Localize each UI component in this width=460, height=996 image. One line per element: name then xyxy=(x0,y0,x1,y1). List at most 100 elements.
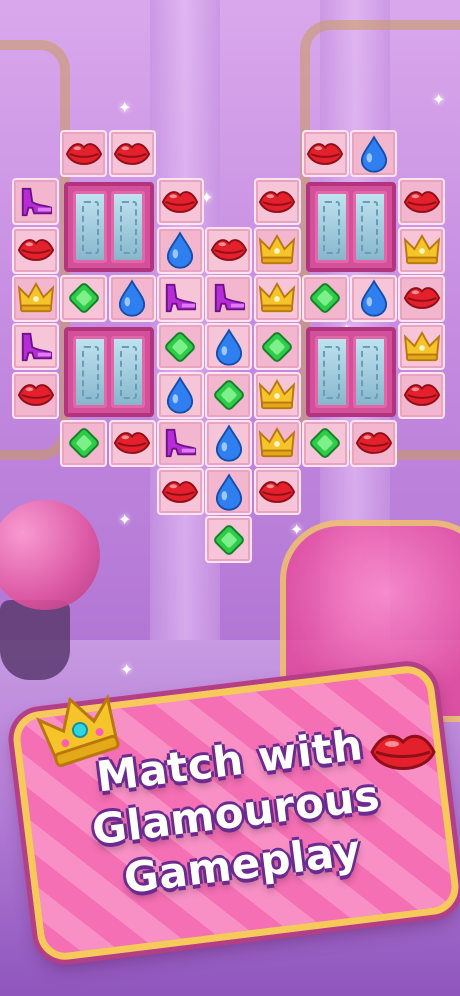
drop-icon[interactable] xyxy=(355,279,393,318)
lips-icon[interactable] xyxy=(161,183,199,221)
board-tile[interactable] xyxy=(156,419,204,467)
board-tile[interactable] xyxy=(205,274,253,322)
crown-icon[interactable] xyxy=(258,279,296,317)
board-tile[interactable] xyxy=(253,323,301,371)
board-tile[interactable] xyxy=(301,130,349,177)
drop-icon[interactable] xyxy=(355,134,393,173)
drop-icon[interactable] xyxy=(161,376,199,414)
board-tile[interactable] xyxy=(301,274,349,322)
door-panel xyxy=(73,191,108,264)
crown-icon[interactable] xyxy=(258,424,296,462)
drop-icon[interactable] xyxy=(113,279,151,318)
drop-icon[interactable] xyxy=(210,424,248,462)
game-board xyxy=(12,130,448,570)
diamond-icon[interactable] xyxy=(210,521,248,559)
board-tile[interactable] xyxy=(12,274,59,322)
board-tile[interactable] xyxy=(350,419,398,467)
sparkle-icon: ✦ xyxy=(120,660,134,679)
board-tile[interactable] xyxy=(253,371,301,419)
lips-icon[interactable] xyxy=(17,231,55,269)
board-tile[interactable] xyxy=(156,323,204,371)
lips-icon[interactable] xyxy=(113,424,151,462)
lips-icon[interactable] xyxy=(113,135,151,173)
door-panel xyxy=(352,191,387,264)
lips-icon[interactable] xyxy=(258,183,296,221)
drop-icon[interactable] xyxy=(161,231,199,269)
drop-icon[interactable] xyxy=(210,328,248,366)
heel-icon[interactable] xyxy=(17,183,55,221)
board-tile[interactable] xyxy=(12,371,59,419)
board-tile[interactable] xyxy=(12,323,59,371)
diamond-icon[interactable] xyxy=(65,424,103,462)
board-tile[interactable] xyxy=(205,226,253,274)
board-tile[interactable] xyxy=(156,178,204,226)
board-tile[interactable] xyxy=(205,323,253,371)
crown-icon[interactable] xyxy=(258,231,296,269)
heel-icon[interactable] xyxy=(210,279,248,317)
drop-icon[interactable] xyxy=(210,472,248,511)
board-tile[interactable] xyxy=(205,371,253,419)
board-tile[interactable] xyxy=(156,468,204,516)
board-tile[interactable] xyxy=(108,419,156,467)
board-tile[interactable] xyxy=(398,323,446,371)
board-tile[interactable] xyxy=(398,371,446,419)
board-tile[interactable] xyxy=(205,516,253,564)
lips-icon[interactable] xyxy=(403,279,441,317)
board-tile[interactable] xyxy=(398,274,446,322)
board-tile[interactable] xyxy=(156,226,204,274)
board-tile[interactable] xyxy=(253,274,301,322)
board-tile[interactable] xyxy=(398,226,446,274)
door-icon xyxy=(64,182,155,273)
board-tile[interactable] xyxy=(60,130,108,177)
heel-icon[interactable] xyxy=(17,328,55,366)
door-icon xyxy=(305,327,396,418)
board-tile[interactable] xyxy=(253,468,301,516)
board-tile[interactable] xyxy=(253,226,301,274)
board-tile[interactable] xyxy=(60,274,108,322)
diamond-icon[interactable] xyxy=(65,279,103,317)
lips-icon[interactable] xyxy=(306,135,344,173)
board-tile[interactable] xyxy=(350,130,398,177)
board-tile[interactable] xyxy=(108,130,156,177)
board-tile[interactable] xyxy=(350,274,398,322)
board-tile[interactable] xyxy=(156,371,204,419)
diamond-icon[interactable] xyxy=(306,279,344,317)
board-tile[interactable] xyxy=(156,274,204,322)
door-panel xyxy=(111,336,146,409)
board-tile[interactable] xyxy=(205,468,253,516)
vase xyxy=(0,600,70,680)
crown-icon[interactable] xyxy=(258,376,296,414)
crown-icon[interactable] xyxy=(403,328,441,366)
lips-icon[interactable] xyxy=(403,183,441,221)
crown-icon[interactable] xyxy=(17,279,55,317)
board-tile[interactable] xyxy=(12,226,59,274)
heel-icon[interactable] xyxy=(161,279,199,317)
board-tile[interactable] xyxy=(253,419,301,467)
door-panel xyxy=(314,336,349,409)
door-icon xyxy=(305,182,396,273)
board-tile[interactable] xyxy=(253,178,301,226)
board-tile[interactable] xyxy=(12,178,59,226)
lips-icon[interactable] xyxy=(161,473,199,511)
lips-icon[interactable] xyxy=(258,473,296,511)
door-panel xyxy=(73,336,108,409)
lips-icon[interactable] xyxy=(210,231,248,269)
lips-icon[interactable] xyxy=(403,376,441,414)
diamond-icon[interactable] xyxy=(161,328,199,366)
board-tile[interactable] xyxy=(205,419,253,467)
lips-icon[interactable] xyxy=(17,376,55,414)
board-tile[interactable] xyxy=(108,274,156,322)
diamond-icon[interactable] xyxy=(258,328,296,366)
crown-icon[interactable] xyxy=(403,231,441,269)
diamond-icon[interactable] xyxy=(210,376,248,414)
door-panel xyxy=(352,336,387,409)
lips-icon[interactable] xyxy=(65,135,103,173)
board-tile[interactable] xyxy=(60,419,108,467)
door-icon xyxy=(64,327,155,418)
lips-icon[interactable] xyxy=(355,424,393,462)
board-tile[interactable] xyxy=(398,178,446,226)
heel-icon[interactable] xyxy=(161,424,199,462)
board-tile[interactable] xyxy=(301,419,349,467)
lips-icon xyxy=(368,728,438,778)
diamond-icon[interactable] xyxy=(306,424,344,462)
